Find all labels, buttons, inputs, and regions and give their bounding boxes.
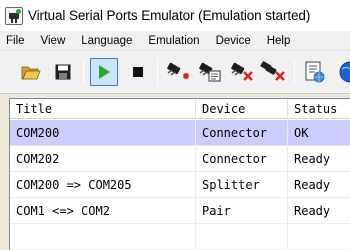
new-device-icon — [167, 62, 189, 79]
row-title: COM1 <=> COM2 — [10, 198, 196, 224]
menu-view[interactable]: View — [33, 31, 74, 51]
column-header-status[interactable]: Status — [288, 99, 350, 118]
edit-device-button[interactable] — [196, 58, 224, 86]
emulation-device-list: Title Device Status COM200 Connector OK … — [9, 98, 350, 250]
web-button[interactable] — [334, 58, 350, 86]
row-title: COM202 — [10, 146, 196, 172]
table-row-empty — [10, 224, 350, 250]
stop-icon — [133, 67, 143, 77]
table-row[interactable]: COM200 Connector OK — [10, 120, 350, 146]
toolbar — [0, 51, 350, 94]
delete-device-icon — [231, 62, 253, 81]
row-status: OK — [288, 120, 350, 146]
save-button[interactable] — [49, 58, 77, 86]
open-button[interactable] — [17, 58, 45, 86]
menu-file[interactable]: File — [0, 31, 33, 51]
window-title: Virtual Serial Ports Emulator (Emulation… — [28, 8, 311, 23]
device-properties-icon — [305, 61, 325, 83]
row-status: Ready — [288, 146, 350, 172]
device-properties-button[interactable] — [300, 58, 328, 86]
title-bar: Virtual Serial Ports Emulator (Emulation… — [0, 0, 350, 31]
menu-help[interactable]: Help — [259, 31, 299, 51]
row-status: Ready — [288, 172, 350, 198]
open-folder-icon — [21, 66, 41, 80]
row-status: Ready — [288, 198, 350, 224]
menu-language[interactable]: Language — [73, 31, 140, 51]
menu-device[interactable]: Device — [208, 31, 259, 51]
row-title: COM200 => COM205 — [10, 172, 196, 198]
row-device: Connector — [196, 120, 288, 146]
delete-all-devices-icon — [260, 61, 285, 81]
edit-device-icon — [199, 62, 221, 82]
row-device: Splitter — [196, 172, 288, 198]
row-title: COM200 — [10, 120, 196, 146]
menu-bar: File View Language Emulation Device Help — [0, 31, 350, 51]
new-device-button[interactable] — [164, 58, 192, 86]
app-icon — [5, 6, 23, 25]
web-globe-icon — [339, 61, 350, 83]
save-disk-icon — [55, 64, 71, 80]
delete-all-devices-button[interactable] — [260, 58, 288, 86]
menu-emulation[interactable]: Emulation — [140, 31, 207, 51]
start-emulation-button[interactable] — [90, 58, 118, 86]
row-device: Pair — [196, 198, 288, 224]
delete-device-button[interactable] — [228, 58, 256, 86]
play-icon — [99, 65, 110, 79]
table-row[interactable]: COM200 => COM205 Splitter Ready — [10, 172, 350, 198]
table-header: Title Device Status — [10, 99, 350, 119]
table-row[interactable]: COM1 <=> COM2 Pair Ready — [10, 198, 350, 224]
column-header-device[interactable]: Device — [196, 99, 288, 118]
stop-emulation-button[interactable] — [124, 58, 152, 86]
row-device: Connector — [196, 146, 288, 172]
table-row[interactable]: COM202 Connector Ready — [10, 146, 350, 172]
column-header-title[interactable]: Title — [10, 99, 196, 118]
